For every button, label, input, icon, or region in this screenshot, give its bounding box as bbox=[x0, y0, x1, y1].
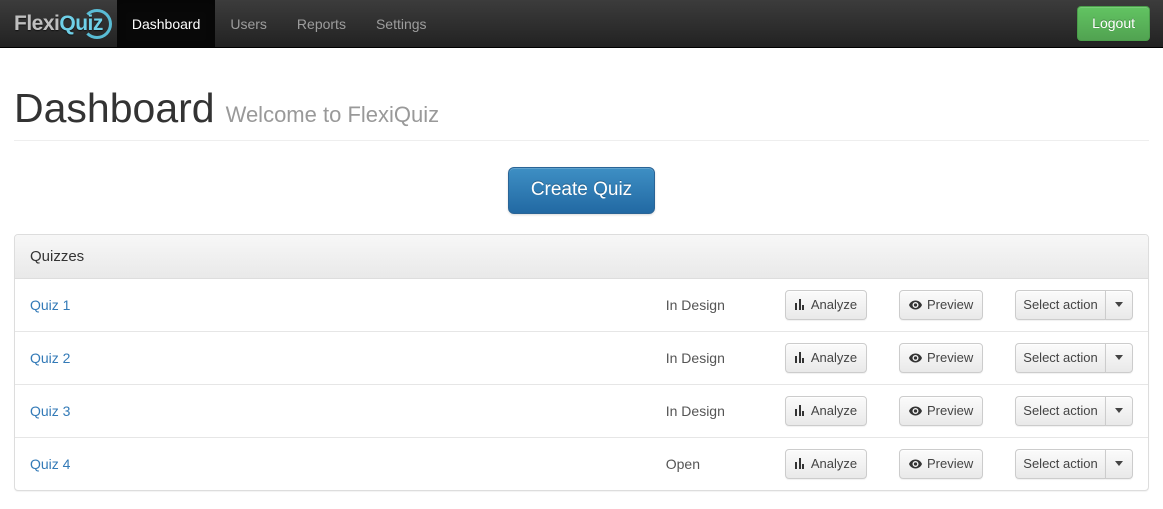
table-row: Quiz 4 Open Analyze Preview Select actio… bbox=[15, 437, 1148, 490]
preview-button-label: Preview bbox=[926, 403, 974, 419]
create-quiz-button[interactable]: Create Quiz bbox=[507, 167, 656, 214]
nav-item-settings[interactable]: Settings bbox=[361, 0, 442, 47]
quiz-link[interactable]: Quiz 4 bbox=[30, 456, 70, 472]
quiz-name-cell: Quiz 4 bbox=[15, 437, 658, 490]
select-action-dropdown-toggle[interactable] bbox=[1105, 289, 1133, 320]
caret-down-icon bbox=[1115, 408, 1123, 414]
preview-button[interactable]: Preview bbox=[899, 289, 984, 320]
quiz-actions-cell: Analyze Preview Select action bbox=[777, 384, 1148, 437]
eye-icon bbox=[908, 353, 922, 363]
select-action-group: Select action bbox=[1015, 395, 1133, 426]
nav-item-dashboard[interactable]: Dashboard bbox=[116, 0, 216, 47]
page-container: Dashboard Welcome to FlexiQuiz Create Qu… bbox=[14, 48, 1149, 491]
select-action-group: Select action bbox=[1015, 448, 1133, 479]
quiz-actions-cell: Analyze Preview Select action bbox=[777, 331, 1148, 384]
main-nav: Dashboard Users Reports Settings bbox=[116, 0, 442, 47]
table-row: Quiz 2 In Design Analyze Preview Select … bbox=[15, 331, 1148, 385]
quiz-actions-cell: Analyze Preview Select action bbox=[777, 437, 1148, 490]
bar-chart-icon bbox=[795, 458, 806, 470]
nav-item-reports[interactable]: Reports bbox=[282, 0, 361, 47]
top-navbar: Flexi Quiz Dashboard Users Reports Settin… bbox=[0, 0, 1163, 48]
select-action-dropdown-toggle[interactable] bbox=[1105, 395, 1133, 426]
nav-item-users[interactable]: Users bbox=[215, 0, 282, 47]
create-quiz-row: Create Quiz bbox=[14, 161, 1149, 234]
select-action-dropdown-toggle[interactable] bbox=[1105, 448, 1133, 479]
logout-button[interactable]: Logout bbox=[1077, 6, 1150, 41]
quizzes-panel-heading: Quizzes bbox=[15, 234, 1148, 279]
select-action-button[interactable]: Select action bbox=[1015, 448, 1105, 479]
brand-text-quiz: Quiz bbox=[59, 11, 103, 35]
select-action-dropdown-toggle[interactable] bbox=[1105, 342, 1133, 373]
quiz-link[interactable]: Quiz 3 bbox=[30, 403, 70, 419]
analyze-button-label: Analyze bbox=[810, 297, 858, 313]
preview-button-label: Preview bbox=[926, 297, 974, 313]
quiz-link[interactable]: Quiz 1 bbox=[30, 297, 70, 313]
analyze-button[interactable]: Analyze bbox=[785, 395, 868, 426]
page-title: Dashboard bbox=[14, 85, 215, 131]
preview-button-label: Preview bbox=[926, 350, 974, 366]
select-action-button[interactable]: Select action bbox=[1015, 395, 1105, 426]
caret-down-icon bbox=[1115, 461, 1123, 467]
bar-chart-icon bbox=[795, 405, 806, 417]
bar-chart-icon bbox=[795, 299, 806, 311]
quizzes-table: Quiz 1 In Design Analyze Preview Select … bbox=[15, 279, 1148, 490]
eye-icon bbox=[908, 300, 922, 310]
analyze-button[interactable]: Analyze bbox=[785, 448, 868, 479]
preview-button-label: Preview bbox=[926, 456, 974, 472]
select-action-button[interactable]: Select action bbox=[1015, 289, 1105, 320]
table-row: Quiz 1 In Design Analyze Preview Select … bbox=[15, 279, 1148, 332]
quiz-actions-cell: Analyze Preview Select action bbox=[777, 279, 1148, 332]
caret-down-icon bbox=[1115, 302, 1123, 308]
analyze-button[interactable]: Analyze bbox=[785, 342, 868, 373]
quiz-status: In Design bbox=[665, 349, 725, 366]
select-action-group: Select action bbox=[1015, 342, 1133, 373]
caret-down-icon bbox=[1115, 355, 1123, 361]
quiz-status: In Design bbox=[665, 402, 725, 419]
analyze-button-label: Analyze bbox=[810, 403, 858, 419]
quiz-name-cell: Quiz 1 bbox=[15, 279, 658, 332]
flexiquiz-logo: Flexi Quiz bbox=[14, 8, 112, 39]
preview-button[interactable]: Preview bbox=[899, 342, 984, 373]
quiz-status: In Design bbox=[665, 296, 725, 313]
quiz-name-cell: Quiz 3 bbox=[15, 384, 658, 437]
page-header: Dashboard Welcome to FlexiQuiz bbox=[14, 48, 1149, 142]
logout-area: Logout bbox=[1077, 0, 1163, 47]
table-row: Quiz 3 In Design Analyze Preview Select … bbox=[15, 384, 1148, 438]
select-action-group: Select action bbox=[1015, 289, 1133, 320]
analyze-button-label: Analyze bbox=[810, 456, 858, 472]
quizzes-panel: Quizzes Quiz 1 In Design Analyze Preview… bbox=[14, 233, 1149, 491]
preview-button[interactable]: Preview bbox=[899, 448, 984, 479]
quiz-link[interactable]: Quiz 2 bbox=[30, 350, 70, 366]
page-subtitle: Welcome to FlexiQuiz bbox=[225, 102, 440, 127]
analyze-button[interactable]: Analyze bbox=[785, 289, 868, 320]
eye-icon bbox=[908, 406, 922, 416]
preview-button[interactable]: Preview bbox=[899, 395, 984, 426]
analyze-button-label: Analyze bbox=[810, 350, 858, 366]
brand-logo-link[interactable]: Flexi Quiz bbox=[0, 0, 117, 47]
brand-text-flexi: Flexi bbox=[14, 11, 60, 35]
bar-chart-icon bbox=[795, 352, 806, 364]
quiz-status: Open bbox=[665, 455, 700, 472]
eye-icon bbox=[908, 459, 922, 469]
quiz-name-cell: Quiz 2 bbox=[15, 331, 658, 384]
select-action-button[interactable]: Select action bbox=[1015, 342, 1105, 373]
